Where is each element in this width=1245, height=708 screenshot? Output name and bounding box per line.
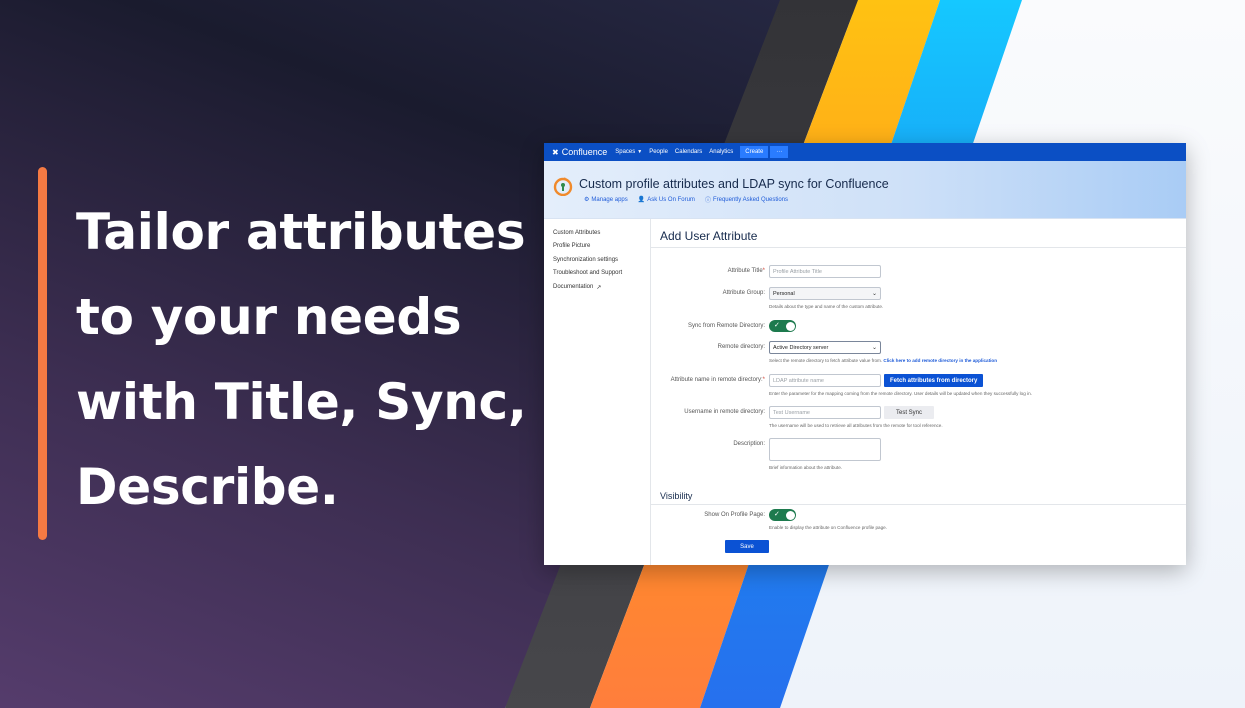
gear-icon: ⚙ — [584, 197, 590, 203]
accent-bar — [38, 167, 47, 540]
forum-label: Ask Us On Forum — [647, 196, 695, 203]
check-icon: ✓ — [774, 322, 780, 329]
app-logo-icon — [553, 177, 573, 196]
check-icon: ✓ — [774, 511, 780, 518]
nav-people[interactable]: People — [649, 149, 668, 155]
manage-apps-link[interactable]: ⚙ Manage apps — [584, 195, 628, 204]
sync-remote-label: Sync from Remote Directory: — [687, 323, 765, 329]
nav-people-label: People — [649, 149, 668, 155]
attr-name-remote-input[interactable]: LDAP attribute name — [769, 374, 881, 387]
create-button[interactable]: Create — [740, 146, 769, 158]
remote-directory-help: Select the remote directory to fetch att… — [769, 358, 997, 363]
sidebar-item-label: Synchronization settings — [553, 256, 619, 263]
save-button[interactable]: Save — [725, 540, 769, 553]
forum-link[interactable]: 👤 Ask Us On Forum — [638, 195, 695, 204]
attribute-title-label: Attribute Title* — [728, 268, 765, 274]
chevron-down-icon: ⌄ — [871, 344, 877, 351]
confluence-logo-icon: ✖ — [552, 147, 559, 157]
visibility-section-title: Visibility — [660, 491, 693, 501]
nav-analytics[interactable]: Analytics — [709, 149, 733, 155]
manage-apps-label: Manage apps — [591, 196, 628, 203]
remote-directory-help-text: Select the remote directory to fetch att… — [769, 358, 883, 363]
title-divider — [651, 247, 1186, 248]
nav-calendars[interactable]: Calendars — [675, 149, 702, 155]
sidebar-item-label: Profile Picture — [553, 243, 591, 250]
show-on-profile-help: Enable to display the attribute on Confl… — [769, 525, 887, 530]
sidebar-item-label: Troubleshoot and Support — [553, 270, 623, 277]
nav-analytics-label: Analytics — [709, 149, 734, 155]
attribute-group-help: Details about the type and name of the c… — [769, 304, 884, 309]
remote-directory-value: Active Directory server — [773, 344, 829, 351]
nav-spaces-label: Spaces — [615, 149, 636, 155]
attribute-group-label: Attribute Group: — [722, 290, 765, 296]
sidebar-item-custom-attributes[interactable]: Custom Attributes — [553, 230, 650, 236]
username-remote-label: Username in remote directory: — [684, 409, 765, 415]
page-title: Add User Attribute — [660, 229, 758, 243]
app-title: Custom profile attributes and LDAP sync … — [579, 177, 889, 191]
description-label: Description: — [733, 441, 765, 447]
headline-line: with Title, Sync, — [76, 373, 527, 431]
brand-label: Confluence — [561, 147, 608, 157]
sidebar: Custom Attributes Profile Picture Synchr… — [544, 219, 651, 565]
attribute-title-input[interactable]: Profile Attribute Title — [769, 265, 881, 278]
headline-line: Describe. — [76, 458, 339, 516]
app-body: Custom Attributes Profile Picture Synchr… — [544, 219, 1186, 565]
sidebar-item-troubleshoot[interactable]: Troubleshoot and Support — [553, 270, 650, 276]
show-on-profile-toggle[interactable]: ✓ — [769, 509, 796, 521]
headline-line: Tailor attributes — [76, 203, 526, 261]
row-show-on-profile: Show On Profile Page: ✓ Enable to displa… — [651, 509, 1186, 530]
app-window: ✖ Confluence Spaces ▼ People Calendars A… — [544, 143, 1186, 565]
faq-link[interactable]: ⓘ Frequently Asked Questions — [704, 195, 788, 205]
attr-name-remote-help: Enter the parameter for the mapping comi… — [769, 391, 1032, 396]
faq-label: Frequently Asked Questions — [712, 196, 788, 203]
attr-name-remote-label: Attribute name in remote directory:* — [671, 377, 765, 383]
top-nav: ✖ Confluence Spaces ▼ People Calendars A… — [544, 143, 1186, 161]
chevron-down-icon: ⌄ — [871, 290, 877, 297]
nav-spaces[interactable]: Spaces ▼ — [615, 149, 642, 155]
sidebar-item-sync-settings[interactable]: Synchronization settings — [553, 257, 650, 263]
app-banner: Custom profile attributes and LDAP sync … — [544, 161, 1186, 219]
banner-links: ⚙ Manage apps 👤 Ask Us On Forum ⓘ Freque… — [584, 195, 798, 205]
attribute-group-select[interactable]: Personal ⌄ — [769, 287, 881, 300]
attr-name-remote-label-text: Attribute name in remote directory: — [670, 377, 763, 383]
fetch-attributes-button[interactable]: Fetch attributes from directory — [884, 374, 984, 387]
attribute-group-value: Personal — [773, 290, 795, 297]
toggle-knob — [785, 510, 795, 520]
test-sync-button[interactable]: Test Sync — [884, 406, 934, 419]
required-marker: * — [762, 377, 765, 383]
chevron-down-icon: ▼ — [637, 149, 643, 155]
sidebar-item-label: Documentation — [553, 284, 594, 291]
confluence-brand[interactable]: ✖ Confluence — [552, 147, 607, 157]
main-content: Add User Attribute Attribute Title* Prof… — [651, 219, 1186, 565]
toggle-knob — [785, 321, 795, 331]
attribute-title-label-text: Attribute Title — [727, 268, 763, 274]
nav-calendars-label: Calendars — [674, 149, 703, 155]
headline: Tailor attributes to your needs with Tit… — [76, 190, 527, 530]
headline-line: to your needs — [76, 288, 462, 346]
description-textarea[interactable] — [769, 438, 881, 461]
remote-directory-select[interactable]: Active Directory server ⌄ — [769, 341, 881, 354]
sidebar-item-documentation[interactable]: Documentation ↗ — [553, 284, 650, 291]
remote-directory-label: Remote directory: — [717, 344, 765, 350]
sidebar-item-profile-picture[interactable]: Profile Picture — [553, 243, 650, 249]
more-button[interactable]: ··· — [770, 146, 789, 158]
question-icon: ⓘ — [704, 198, 711, 204]
username-remote-input[interactable]: Test Username — [769, 406, 881, 419]
username-remote-help: The username will be used to retrieve al… — [769, 423, 943, 428]
sync-remote-toggle[interactable]: ✓ — [769, 320, 796, 332]
add-remote-directory-link[interactable]: Click here to add remote directory in th… — [883, 358, 997, 363]
sidebar-item-label: Custom Attributes — [553, 230, 601, 236]
person-icon: 👤 — [637, 197, 646, 203]
external-link-icon: ↗ — [596, 284, 602, 291]
show-on-profile-label: Show On Profile Page: — [704, 512, 765, 518]
required-marker: * — [762, 268, 765, 274]
row-sync-remote: Sync from Remote Directory: ✓ — [651, 320, 1186, 332]
visibility-divider — [651, 504, 1186, 505]
description-help: Brief information about the attribute. — [769, 465, 843, 470]
